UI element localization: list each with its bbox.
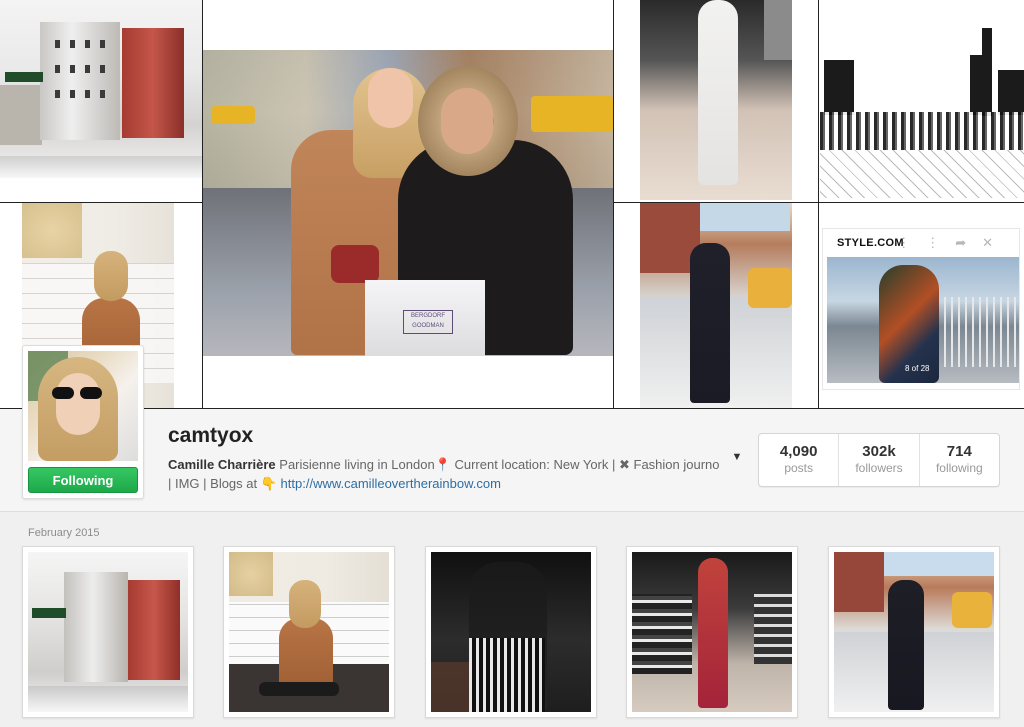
stat-posts-label: posts	[784, 461, 813, 475]
bio-website-link[interactable]: http://www.camilleovertherainbow.com	[281, 476, 501, 491]
shopping-bag: BERGDORF GOODMAN	[365, 280, 485, 356]
close-icon[interactable]: ✕	[982, 235, 1009, 250]
feed-month-heading: February 2015	[28, 527, 100, 539]
mosaic-photo-featured: BERGDORF GOODMAN	[203, 50, 613, 356]
profile-stats: 4,090 posts 302k followers 714 following	[758, 433, 1000, 487]
stat-following-label: following	[935, 461, 983, 475]
widget-counter: 8 of 28	[905, 364, 930, 373]
profile-username: camtyox	[168, 424, 254, 447]
hand-pointing-icon: 👇	[260, 476, 277, 491]
pin-icon: 📍	[434, 457, 451, 472]
post-image[interactable]	[431, 552, 591, 712]
following-button[interactable]: Following	[28, 467, 138, 493]
feed-post-1[interactable]	[22, 546, 194, 718]
bio-text-2: Current location: New York |	[450, 457, 619, 472]
widget-brand: STYLE.COM	[837, 237, 904, 249]
cross-icon: ✖	[618, 457, 630, 472]
mosaic-photo-street	[0, 0, 202, 178]
profile-header-mosaic: BERGDORF GOODMAN STYLE.COM ⋮⋮➦✕ 8 of 28	[0, 0, 1024, 408]
share-icon[interactable]: ➦	[955, 235, 982, 250]
stat-posts-value: 4,090	[779, 443, 818, 460]
stat-posts[interactable]: 4,090 posts	[759, 434, 840, 486]
grid-icon[interactable]: ⋮⋮	[897, 235, 955, 250]
widget-actions[interactable]: ⋮⋮➦✕	[897, 235, 1009, 251]
stat-following[interactable]: 714 following	[920, 434, 999, 486]
post-image[interactable]	[632, 552, 792, 712]
profile-bio: Camille Charrière Parisienne living in L…	[168, 455, 723, 493]
feed-post-2[interactable]	[223, 546, 395, 718]
profile-avatar-card: Following	[22, 345, 144, 499]
stat-followers[interactable]: 302k followers	[839, 434, 920, 486]
post-image[interactable]	[229, 552, 389, 712]
bag-logo-text: BERGDORF GOODMAN	[403, 310, 453, 334]
stat-followers-value: 302k	[862, 443, 896, 460]
post-image[interactable]	[28, 552, 188, 712]
bio-text-1: Parisienne living in London	[275, 457, 435, 472]
post-image[interactable]	[834, 552, 994, 712]
feed-post-5[interactable]	[828, 546, 1000, 718]
bio-full-name: Camille Charrière	[168, 457, 276, 472]
feed-post-3[interactable]	[425, 546, 597, 718]
chevron-down-icon[interactable]: ▼	[728, 451, 746, 465]
stat-followers-label: followers	[855, 461, 903, 475]
style-com-widget[interactable]: STYLE.COM ⋮⋮➦✕ 8 of 28	[822, 228, 1020, 390]
mosaic-photo-park	[820, 0, 1024, 200]
mosaic-photo-runway	[640, 0, 792, 200]
avatar[interactable]	[28, 351, 138, 461]
mosaic-photo-street-style	[640, 203, 792, 408]
stat-following-value: 714	[946, 443, 972, 460]
feed-post-4[interactable]	[626, 546, 798, 718]
